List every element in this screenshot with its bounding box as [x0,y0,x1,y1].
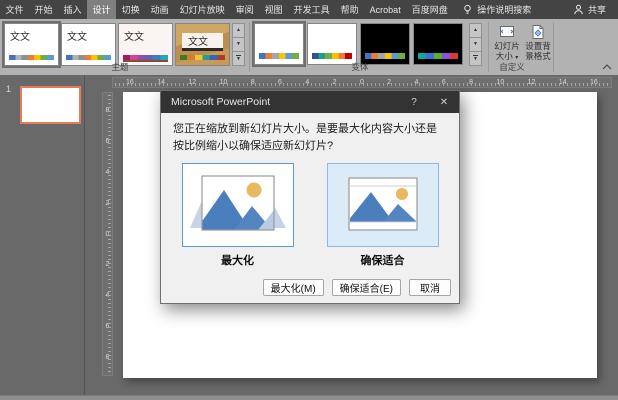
ribbon-tab[interactable]: 切换 [116,0,145,19]
theme-thumbnail-4[interactable]: 文文 [175,23,230,66]
ensure-fit-illustration [335,172,431,238]
dialog-buttons: 最大化(M) 确保适合(E) 取消 [263,279,451,296]
maximize-illustration [190,172,286,238]
theme-sample-text: 文文 [5,24,58,43]
themes-scroll-up-icon[interactable]: ▲ [232,23,245,38]
status-bar [0,395,618,400]
ribbon-tabs: 文件开始插入设计切换动画幻灯片放映审阅视图开发工具帮助Acrobat百度网盘 [0,0,453,19]
theme-color-swatches [180,55,225,60]
format-background-icon [530,24,546,40]
ribbon-tab[interactable]: 视图 [259,0,288,19]
tell-me-label: 操作说明搜索 [477,3,531,16]
theme-color-swatches [9,55,54,60]
slide-number: 1 [6,84,11,94]
ruler-ticks [108,95,111,373]
variants-group-label: 变体 [300,61,420,73]
variant-thumbnail-3[interactable] [360,23,410,65]
customize-group-label: 自定义 [480,61,544,73]
person-icon [573,4,584,15]
themes-group-label: 主题 [60,61,180,73]
ribbon-tab[interactable]: 文件 [0,0,29,19]
option-ensure-fit: 确保适合 [327,163,439,268]
variant-thumbnail-4[interactable] [413,23,463,65]
tell-me-search[interactable]: 操作说明搜索 [453,0,540,19]
maximize-button[interactable]: 最大化(M) [263,279,324,296]
ribbon-tab[interactable]: 动画 [145,0,174,19]
ribbon-tab[interactable]: 帮助 [335,0,364,19]
ribbon-tab[interactable]: 插入 [58,0,87,19]
option-maximize-card[interactable] [182,163,294,247]
group-separator [249,22,250,72]
theme-thumbnail-3[interactable]: 文文 [118,23,173,66]
dialog-help-icon[interactable]: ? [399,91,429,113]
scale-dialog: Microsoft PowerPoint ? ✕ 您正在缩放到新幻灯片大小。是要… [160,90,460,304]
option-maximize-label: 最大化 [182,252,294,268]
option-ensure-fit-card[interactable] [327,163,439,247]
dialog-options: 最大化 确保适合 [161,163,459,268]
ribbon-tab[interactable]: 设计 [87,0,116,19]
format-background-label: 设置背景格式 [523,42,553,61]
ribbon-tab[interactable]: 百度网盘 [406,0,453,19]
slide-thumbnail[interactable] [20,86,81,124]
variant-thumbnail-1[interactable] [254,23,304,65]
ribbon-tab[interactable]: 审阅 [230,0,259,19]
theme-sample-text: 文文 [62,24,115,43]
theme-sample-text: 文文 [188,33,208,48]
share-button[interactable]: 共享 [561,0,618,19]
ruler-ticks [115,83,609,86]
theme-color-swatches [66,55,111,60]
variant-thumbnail-2[interactable] [307,23,357,65]
dialog-close-icon[interactable]: ✕ [429,91,459,113]
ribbon-tab[interactable]: 幻灯片放映 [174,0,230,19]
ribbon-tab[interactable]: 开始 [29,0,58,19]
dialog-message: 您正在缩放到新幻灯片大小。是要最大化内容大小还是按比例缩小以确保适应新幻灯片? [161,113,459,154]
variants-scroll-down-icon[interactable]: ▼ [469,37,482,52]
slide-size-icon [499,24,515,40]
powerpoint-window: 文件开始插入设计切换动画幻灯片放映审阅视图开发工具帮助Acrobat百度网盘 操… [0,0,618,400]
themes-gallery-more-icon[interactable]: ▼ [232,51,245,66]
group-separator [553,22,554,72]
themes-scroll-down-icon[interactable]: ▼ [232,37,245,52]
theme-thumbnail-2[interactable]: 文文 [61,23,116,66]
slide-panel-divider[interactable] [84,75,85,396]
option-ensure-fit-label: 确保适合 [327,252,439,268]
cancel-button[interactable]: 取消 [409,279,451,296]
themes-gallery-scroll: ▲ ▼ ▼ [232,23,245,66]
dialog-title-bar[interactable]: Microsoft PowerPoint ? ✕ [161,91,459,113]
horizontal-ruler: 1614121086420246810121416 [112,77,612,88]
ribbon: 文文 文文 文文 文文 ▲ ▼ ▼ 主题 ▲ ▼ ▼ [0,19,618,75]
share-label: 共享 [588,3,606,16]
variant-color-swatches [418,53,458,59]
chevron-down-icon: ▾ [515,55,518,61]
dialog-title: Microsoft PowerPoint [171,96,270,108]
variant-color-swatches [312,53,352,59]
collapse-ribbon-icon[interactable] [601,62,613,72]
variant-color-swatches [259,53,299,59]
variants-gallery-scroll: ▲ ▼ ▼ [469,23,482,66]
vertical-ruler: 864202468 [102,92,113,376]
variants-scroll-up-icon[interactable]: ▲ [469,23,482,38]
theme-sample-text: 文文 [119,24,172,43]
ribbon-tab[interactable]: 开发工具 [288,0,335,19]
lightbulb-icon [462,4,473,15]
theme-thumbnail-1[interactable]: 文文 [4,23,59,66]
variant-color-swatches [365,53,405,59]
option-maximize: 最大化 [182,163,294,268]
ribbon-tab[interactable]: Acrobat [364,0,406,19]
ribbon-tab-bar: 文件开始插入设计切换动画幻灯片放映审阅视图开发工具帮助Acrobat百度网盘 操… [0,0,618,19]
ensure-fit-button[interactable]: 确保适合(E) [332,279,401,296]
